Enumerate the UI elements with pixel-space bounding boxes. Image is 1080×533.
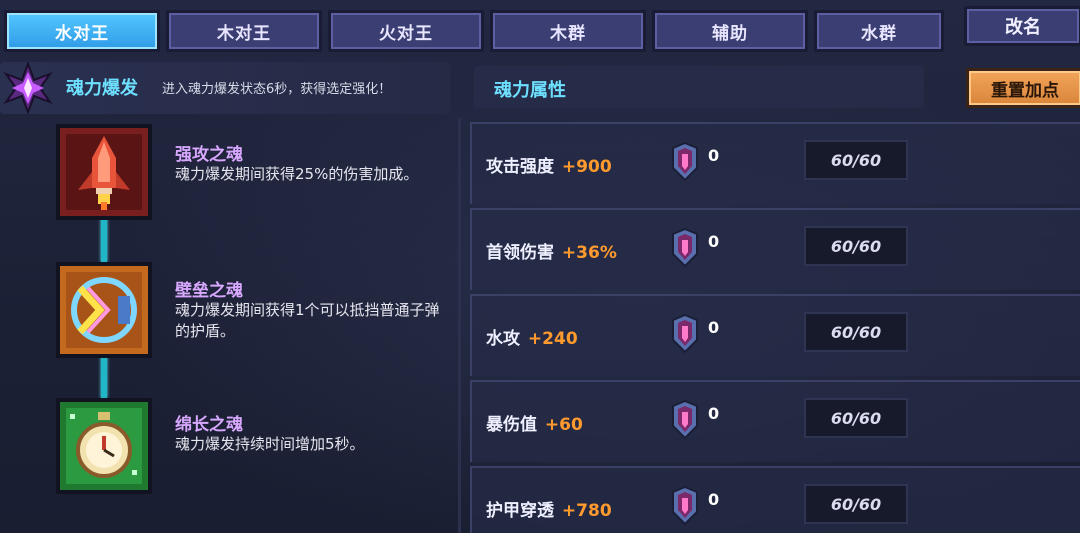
red-rocket-icon[interactable] — [56, 124, 152, 220]
soul-connector — [101, 218, 107, 262]
attribute-row: 水攻 +240 0 60/60 — [470, 294, 1080, 376]
attribute-label: 暴伤值 +60 — [486, 410, 583, 435]
attribute-name: 护甲穿透 — [486, 501, 554, 521]
soul-attribute-screen: 水对王 木对王 火对王 木群 辅助 水群 改名 魂力爆发 进入魂力爆发状态6秒，… — [0, 0, 1080, 533]
gem-count: 0 — [708, 404, 720, 423]
burst-title: 魂力爆发 — [66, 78, 138, 99]
attribute-level[interactable]: 60/60 — [804, 140, 908, 180]
attribute-row: 攻击强度 +900 0 60/60 — [470, 122, 1080, 204]
attribute-bonus: +240 — [527, 329, 578, 349]
attributes-title: 魂力属性 — [494, 80, 566, 101]
gem-count: 0 — [708, 232, 720, 251]
orange-shield-icon[interactable] — [56, 262, 152, 358]
tab-wood-group[interactable]: 木群 — [490, 10, 646, 52]
soul-gem-icon — [670, 313, 700, 354]
soul-description: 魂力爆发持续时间增加5秒。 — [175, 435, 365, 453]
burst-description: 进入魂力爆发状态6秒，获得选定强化！ — [162, 82, 392, 97]
attribute-bonus: +900 — [561, 157, 612, 177]
soul-description: 魂力爆发期间获得25%的伤害加成。 — [175, 165, 419, 183]
gem-count: 0 — [708, 490, 720, 509]
attribute-bonus: +780 — [561, 501, 612, 521]
attribute-label: 首领伤害 +36% — [486, 238, 617, 263]
rename-button[interactable]: 改名 — [964, 6, 1080, 46]
tab-support[interactable]: 辅助 — [652, 10, 808, 52]
soul-description: 魂力爆发期间获得1个可以抵挡普通子弹的护盾。 — [175, 301, 440, 340]
attribute-row: 护甲穿透 +780 0 60/60 — [470, 466, 1080, 533]
attribute-level[interactable]: 60/60 — [804, 398, 908, 438]
tab-bar: 水对王 木对王 火对王 木群 辅助 水群 改名 — [0, 0, 1080, 56]
attribute-level[interactable]: 60/60 — [804, 484, 908, 524]
soul-gem-icon — [670, 227, 700, 268]
soul-gem-icon — [670, 399, 700, 440]
attribute-label: 攻击强度 +900 — [486, 152, 612, 177]
attribute-name: 攻击强度 — [486, 157, 554, 177]
attribute-bonus: +36% — [561, 243, 617, 263]
soul-name: 绵长之魂 — [175, 415, 243, 435]
attribute-name: 首领伤害 — [486, 243, 554, 263]
soul-burst-icon — [2, 61, 54, 115]
soul-gem-icon — [670, 485, 700, 526]
attribute-level[interactable]: 60/60 — [804, 226, 908, 266]
soul-name: 壁垒之魂 — [175, 281, 243, 301]
attribute-name: 水攻 — [486, 329, 520, 349]
soul-gem-icon — [670, 141, 700, 182]
attribute-label: 护甲穿透 +780 — [486, 496, 612, 521]
tab-water-group[interactable]: 水群 — [814, 10, 944, 52]
gem-count: 0 — [708, 146, 720, 165]
attribute-level[interactable]: 60/60 — [804, 312, 908, 352]
panel-divider — [458, 118, 461, 533]
soul-name: 强攻之魂 — [175, 145, 243, 165]
soul-connector — [101, 356, 107, 398]
attribute-label: 水攻 +240 — [486, 324, 578, 349]
tab-water-boss[interactable]: 水对王 — [4, 10, 160, 52]
gem-count: 0 — [708, 318, 720, 337]
tab-wood-boss[interactable]: 木对王 — [166, 10, 322, 52]
attribute-row: 暴伤值 +60 0 60/60 — [470, 380, 1080, 462]
attribute-row: 首领伤害 +36% 0 60/60 — [470, 208, 1080, 290]
reset-points-button[interactable]: 重置加点 — [966, 68, 1080, 108]
green-clock-icon[interactable] — [56, 398, 152, 494]
attribute-bonus: +60 — [544, 415, 583, 435]
tab-fire-boss[interactable]: 火对王 — [328, 10, 484, 52]
attribute-name: 暴伤值 — [486, 415, 537, 435]
